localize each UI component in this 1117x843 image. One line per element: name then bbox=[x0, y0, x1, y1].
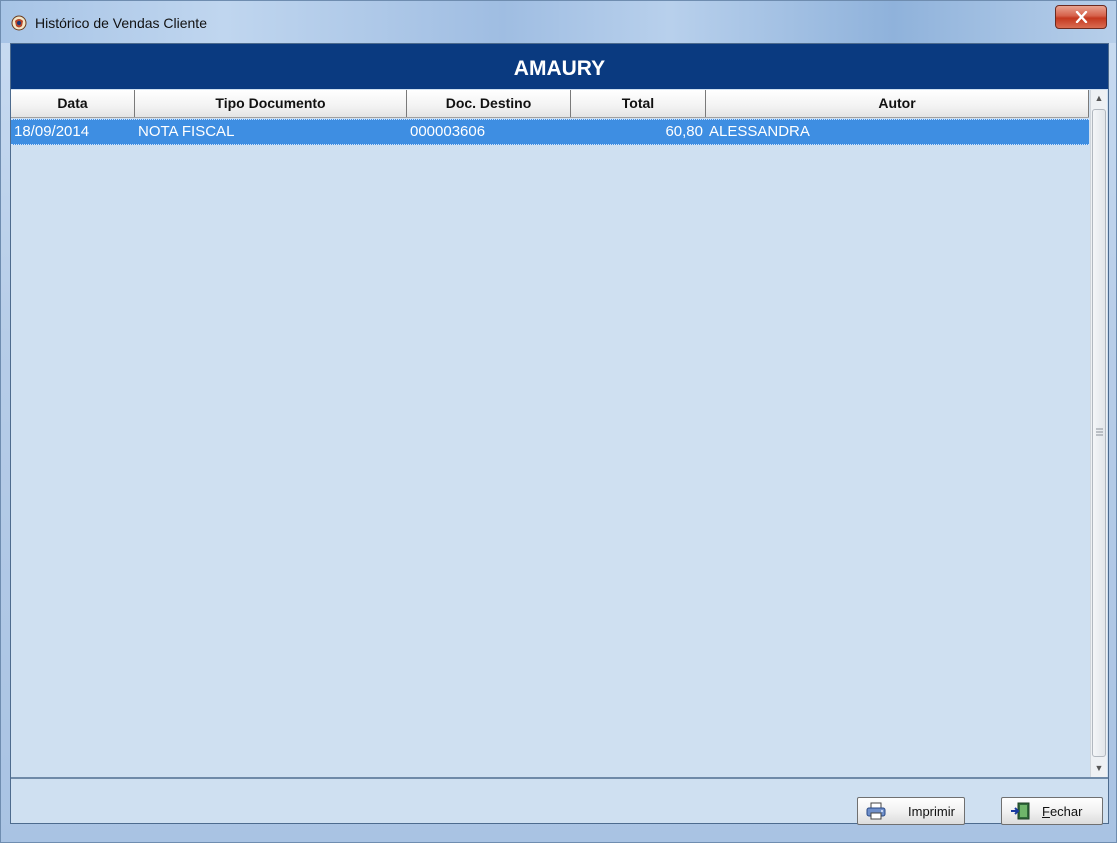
customer-banner: AMAURY bbox=[11, 44, 1108, 89]
column-header-doc-destino[interactable]: Doc. Destino bbox=[407, 90, 571, 117]
title-bar[interactable]: Histórico de Vendas Cliente bbox=[1, 1, 1116, 43]
close-window-button[interactable] bbox=[1055, 5, 1107, 29]
close-button-access-key: F bbox=[1042, 804, 1050, 819]
cell-doc-destino: 000003606 bbox=[410, 123, 486, 140]
cell-data: 18/09/2014 bbox=[14, 123, 90, 140]
app-logo-icon bbox=[11, 15, 27, 31]
cell-autor: ALESSANDRA bbox=[709, 123, 810, 140]
close-icon bbox=[1075, 11, 1088, 23]
cell-tipo-documento: NOTA FISCAL bbox=[138, 123, 235, 140]
window-title: Histórico de Vendas Cliente bbox=[35, 15, 207, 31]
close-button[interactable]: Fechar bbox=[1001, 797, 1103, 825]
print-button-label: Imprimir bbox=[908, 804, 955, 819]
footer-divider bbox=[11, 777, 1108, 779]
content-frame: AMAURY Data Tipo Documento Doc. Destino … bbox=[10, 43, 1109, 825]
scroll-down-arrow-icon[interactable]: ▼ bbox=[1091, 760, 1107, 777]
column-header-data[interactable]: Data bbox=[11, 90, 135, 117]
grip-icon bbox=[1096, 428, 1103, 436]
close-button-label: Fechar bbox=[1042, 804, 1082, 819]
grid-header: Data Tipo Documento Doc. Destino Total A… bbox=[11, 90, 1089, 118]
close-button-label-rest: echar bbox=[1049, 804, 1083, 819]
dialog-window: Histórico de Vendas Cliente AMAURY Data … bbox=[0, 0, 1117, 843]
sales-history-grid[interactable]: Data Tipo Documento Doc. Destino Total A… bbox=[11, 89, 1108, 777]
column-header-total[interactable]: Total bbox=[571, 90, 706, 117]
exit-door-icon bbox=[1011, 802, 1030, 820]
printer-icon bbox=[866, 802, 886, 820]
table-row[interactable]: 18/09/2014 NOTA FISCAL 000003606 60,80 A… bbox=[11, 119, 1089, 145]
column-header-tipo-documento[interactable]: Tipo Documento bbox=[135, 90, 407, 117]
cell-total: 60,80 bbox=[665, 123, 703, 140]
print-button[interactable]: Imprimir bbox=[857, 797, 965, 825]
scroll-up-arrow-icon[interactable]: ▲ bbox=[1091, 90, 1107, 107]
scrollbar-thumb[interactable] bbox=[1092, 109, 1106, 757]
vertical-scrollbar[interactable]: ▲ ▼ bbox=[1090, 90, 1107, 777]
column-header-autor[interactable]: Autor bbox=[706, 90, 1089, 117]
